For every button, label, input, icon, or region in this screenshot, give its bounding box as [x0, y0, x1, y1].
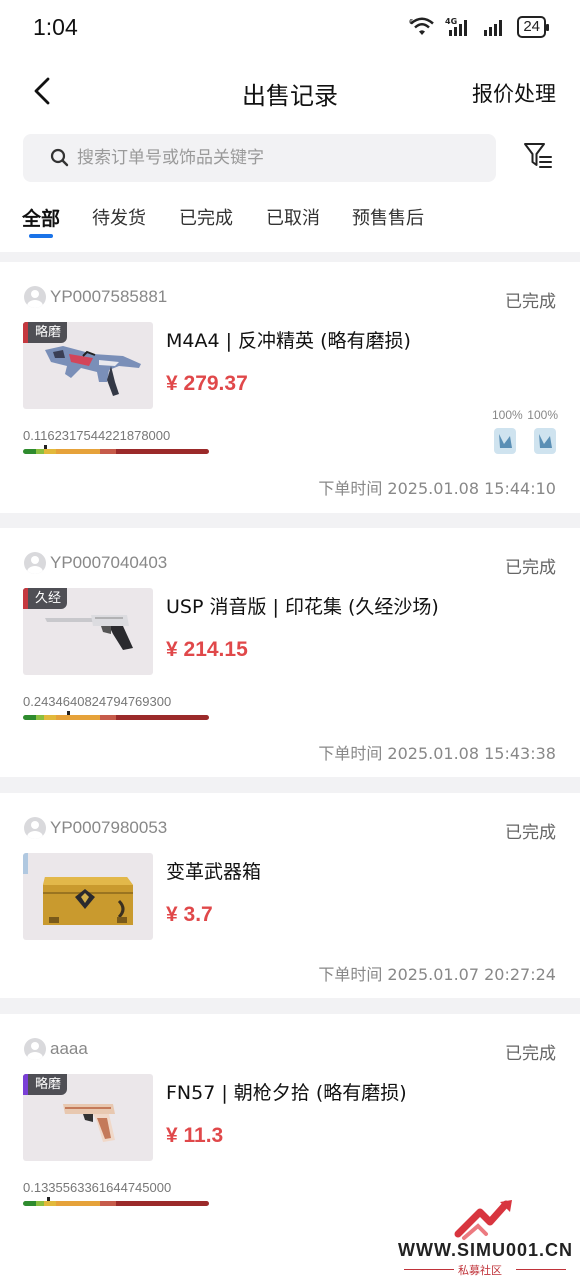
tab-all[interactable]: 全部	[22, 204, 60, 231]
quote-handling-button[interactable]: 报价处理	[472, 78, 556, 108]
sticker-wear-value: 100%	[492, 408, 523, 422]
order-header: aaaa	[24, 1038, 88, 1060]
order-time: 下单时间 2025.01.07 20:27:24	[318, 965, 556, 984]
watermark-logo-icon	[454, 1200, 512, 1240]
order-id: YP0007040403	[50, 553, 168, 572]
item-thumbnail: 久经	[23, 588, 153, 675]
order-header: YP0007040403	[24, 552, 167, 574]
sticker-images	[492, 426, 558, 456]
wear-tag: 略磨	[23, 1074, 68, 1095]
item-name: M4A4 | 反冲精英 (略有磨损)	[166, 330, 411, 352]
divider	[404, 1269, 454, 1270]
tab-pending-ship[interactable]: 待发货	[92, 204, 146, 230]
order-status: 已完成	[505, 558, 556, 578]
rarity-stripe	[23, 853, 28, 874]
search-icon	[50, 148, 70, 168]
wear-bar	[23, 715, 209, 720]
nav-bar: 出售记录 报价处理	[0, 58, 580, 126]
wifi-tag-text: 6	[409, 18, 414, 26]
sticker-wear-value: 100%	[527, 408, 558, 422]
network-type-text: 4G	[445, 17, 457, 26]
avatar	[24, 817, 46, 839]
order-id: YP0007585881	[50, 287, 168, 306]
avatar	[24, 552, 46, 574]
sticker-icon	[534, 428, 556, 454]
tab-cancelled[interactable]: 已取消	[266, 204, 320, 230]
item-thumbnail: 略磨	[23, 1074, 153, 1161]
item-thumbnail: 略磨	[23, 322, 153, 409]
tab-completed[interactable]: 已完成	[179, 204, 233, 230]
item-price: ¥ 11.3	[166, 1124, 224, 1147]
order-header: YP0007980053	[24, 817, 167, 839]
signal-4g-icon: 4G	[445, 16, 473, 38]
sales-records-page: 1:04 6 4G 24 出售记录 报价处理 搜索订单号或饰品关键字 全部 待发…	[0, 0, 580, 1282]
order-id: aaaa	[50, 1039, 88, 1058]
item-name: USP 消音版 | 印花集 (久经沙场)	[166, 596, 439, 618]
wear-tag: 久经	[23, 588, 68, 609]
avatar	[24, 1038, 46, 1060]
status-bar: 1:04 6 4G 24	[0, 0, 580, 58]
order-status: 已完成	[505, 292, 556, 312]
order-time: 下单时间 2025.01.08 15:43:38	[318, 744, 556, 763]
item-name: FN57 | 朝枪夕拾 (略有磨损)	[166, 1082, 407, 1104]
wear-marker	[46, 1197, 50, 1201]
site-watermark: WWW.SIMU001.CN 私募社区	[398, 1196, 574, 1277]
status-icons: 6 4G 24	[409, 16, 549, 38]
float-value: 0.1335563361644745000	[23, 1180, 172, 1195]
search-box[interactable]	[23, 134, 496, 182]
order-id: YP0007980053	[50, 818, 168, 837]
wear-marker	[67, 711, 71, 715]
weapon-case-image	[43, 877, 133, 925]
item-price: ¥ 214.15	[166, 638, 248, 661]
tab-presale-aftersale[interactable]: 预售售后	[352, 204, 424, 230]
signal-icon	[483, 16, 507, 38]
search-input[interactable]	[77, 134, 477, 182]
watermark-sub: 私募社区	[458, 1264, 502, 1277]
order-time: 下单时间 2025.01.08 15:44:10	[318, 479, 556, 498]
order-status: 已完成	[505, 823, 556, 843]
filter-icon[interactable]	[522, 140, 554, 172]
search-bar	[0, 126, 580, 190]
order-status: 已完成	[505, 1044, 556, 1064]
order-card[interactable]: YP0007980053 已完成 变革武器箱 ¥ 3.7 下单时间 2025.0…	[0, 793, 580, 998]
status-tabs: 全部 待发货 已完成 已取消 预售售后	[0, 190, 580, 252]
wear-bar	[23, 1201, 209, 1206]
watermark-site: WWW.SIMU001.CN	[398, 1240, 574, 1260]
item-price: ¥ 279.37	[166, 372, 248, 395]
order-card[interactable]: YP0007040403 已完成 久经 USP 消音版 | 印花集 (久经沙场)…	[0, 528, 580, 777]
float-value: 0.1162317544221878000	[23, 428, 171, 443]
sticker-wear: 100% 100%	[492, 408, 558, 422]
order-header: YP0007585881	[24, 286, 167, 308]
wifi-icon: 6	[409, 16, 435, 38]
item-price: ¥ 3.7	[166, 903, 213, 926]
battery-icon: 24	[517, 16, 549, 38]
item-thumbnail	[23, 853, 153, 940]
status-time: 1:04	[33, 14, 78, 40]
tab-active-indicator	[29, 234, 53, 238]
float-value: 0.2434640824794769300	[23, 694, 172, 709]
order-card[interactable]: YP0007585881 已完成 略磨 M4A4 | 反冲精英 (略有磨损) ¥…	[0, 262, 580, 513]
avatar	[24, 286, 46, 308]
wear-marker	[43, 445, 47, 449]
wear-tag: 略磨	[23, 322, 68, 343]
item-name: 变革武器箱	[166, 861, 262, 883]
wear-bar	[23, 449, 209, 454]
stickers: 100% 100%	[492, 408, 558, 456]
sticker-icon	[494, 428, 516, 454]
divider	[516, 1269, 566, 1270]
